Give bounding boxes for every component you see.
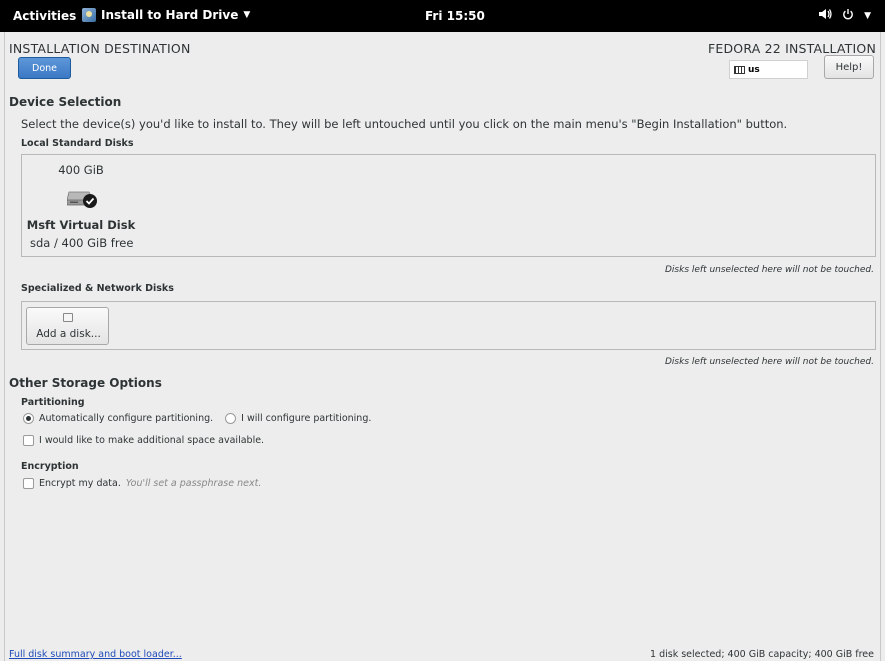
auto-partitioning-radio[interactable]	[23, 413, 34, 424]
chevron-down-icon: ▼	[243, 10, 251, 20]
disk-summary-link[interactable]: Full disk summary and boot loader...	[9, 649, 182, 660]
clock[interactable]: Fri 15:50	[425, 9, 485, 23]
device-selection-intro: Select the device(s) you'd like to insta…	[21, 117, 788, 131]
system-status-menu[interactable]: ▼	[818, 8, 871, 23]
local-disks-heading: Local Standard Disks	[21, 138, 134, 149]
keyboard-icon	[734, 65, 745, 74]
hard-disk-icon	[67, 191, 97, 208]
disk-size: 400 GiB	[58, 163, 104, 177]
disk-tile[interactable]: 400 GiB Msft Virtual Disk sda / 400 GiB …	[22, 155, 140, 256]
product-title: FEDORA 22 INSTALLATION	[707, 41, 876, 56]
keyboard-layout-label: us	[748, 64, 760, 75]
keyboard-layout-indicator[interactable]: us	[729, 60, 808, 79]
partitioning-options: Automatically configure partitioning. I …	[23, 413, 371, 424]
disk-add-icon	[63, 313, 73, 322]
help-button[interactable]: Help!	[824, 55, 874, 79]
top-bar: Activities Install to Hard Drive ▼ Fri 1…	[0, 0, 885, 32]
chevron-down-icon: ▼	[864, 10, 871, 21]
additional-space-checkbox[interactable]	[23, 435, 34, 446]
encrypt-label[interactable]: Encrypt my data.	[39, 478, 121, 489]
volume-icon	[818, 8, 832, 23]
disk-detail: sda / 400 GiB free	[30, 236, 134, 250]
encryption-heading: Encryption	[21, 461, 79, 472]
additional-space-option: I would like to make additional space av…	[23, 435, 264, 446]
page-title: INSTALLATION DESTINATION	[9, 41, 191, 56]
installation-destination-window: INSTALLATION DESTINATION FEDORA 22 INSTA…	[4, 32, 881, 661]
app-menu[interactable]: Install to Hard Drive ▼	[82, 8, 250, 22]
partitioning-heading: Partitioning	[21, 397, 85, 408]
add-disk-label: Add a disk...	[36, 328, 101, 340]
network-disks-heading: Specialized & Network Disks	[21, 283, 174, 294]
local-disks-panel: 400 GiB Msft Virtual Disk sda / 400 GiB …	[21, 154, 876, 257]
encryption-option: Encrypt my data. You'll set a passphrase…	[23, 478, 261, 489]
disk-name: Msft Virtual Disk	[26, 218, 136, 232]
selection-summary: 1 disk selected; 400 GiB capacity; 400 G…	[650, 649, 874, 660]
add-disk-button[interactable]: Add a disk...	[26, 307, 109, 345]
auto-partitioning-label[interactable]: Automatically configure partitioning.	[39, 413, 213, 424]
manual-partitioning-radio[interactable]	[225, 413, 237, 424]
other-storage-heading: Other Storage Options	[9, 376, 162, 390]
power-icon	[842, 8, 854, 23]
app-menu-label: Install to Hard Drive	[101, 8, 239, 22]
encrypt-checkbox[interactable]	[23, 478, 34, 489]
network-disks-note: Disks left unselected here will not be t…	[664, 357, 874, 367]
network-disks-panel: Add a disk...	[21, 301, 876, 350]
activities-button[interactable]: Activities	[13, 9, 76, 23]
done-button[interactable]: Done	[18, 57, 71, 79]
installer-app-icon	[82, 8, 96, 22]
local-disks-note: Disks left unselected here will not be t…	[664, 265, 874, 275]
additional-space-label[interactable]: I would like to make additional space av…	[39, 435, 264, 446]
encrypt-hint: You'll set a passphrase next.	[125, 478, 262, 489]
manual-partitioning-label[interactable]: I will configure partitioning.	[241, 413, 371, 424]
device-selection-heading: Device Selection	[9, 95, 122, 109]
